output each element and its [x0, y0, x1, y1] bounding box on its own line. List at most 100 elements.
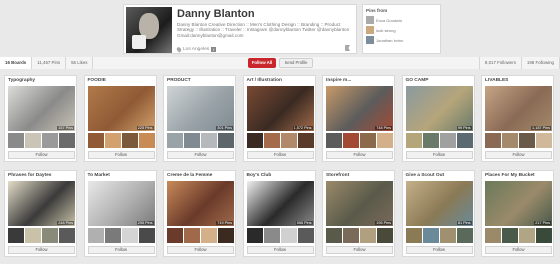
follow-board-button[interactable]: Follow — [485, 246, 552, 254]
board-card[interactable]: Phrases for Daytes 248 Pins Follow — [4, 170, 77, 257]
board-cover-image[interactable]: 556 Pins — [246, 181, 314, 226]
board-title[interactable]: Places For My Bucket — [485, 173, 535, 178]
follow-board-button[interactable]: Follow — [326, 246, 393, 254]
board-thumbnail[interactable] — [8, 228, 24, 243]
board-cover-image[interactable]: 248 Pins — [8, 181, 75, 226]
follow-board-button[interactable]: Follow — [405, 246, 473, 254]
board-cover-image[interactable]: 205 Pins — [87, 181, 155, 226]
tab-boards[interactable]: 16 Boards — [0, 57, 33, 69]
board-thumbnail[interactable] — [138, 228, 155, 243]
board-thumbnail[interactable] — [218, 133, 234, 148]
board-thumbnail[interactable] — [377, 228, 393, 243]
board-cover-image[interactable]: 748 Pins — [326, 86, 393, 131]
board-thumbnail[interactable] — [138, 133, 155, 148]
board-thumbnail[interactable] — [326, 228, 342, 243]
board-thumbnail[interactable] — [456, 228, 473, 243]
board-thumbnail[interactable] — [343, 228, 359, 243]
board-thumbnail[interactable] — [280, 133, 297, 148]
follow-board-button[interactable]: Follow — [485, 151, 552, 159]
board-thumbnail[interactable] — [297, 133, 314, 148]
board-thumbnail[interactable] — [167, 228, 183, 243]
board-thumbnail[interactable] — [326, 133, 342, 148]
board-card[interactable]: Creme de la Femme 719 Pins Follow — [163, 170, 236, 257]
board-thumbnail[interactable] — [297, 228, 314, 243]
pins-from-item[interactable]: Jonathan Irvinn — [366, 35, 437, 45]
board-card[interactable]: Places For My Bucket 217 Pins Follow — [481, 170, 554, 257]
board-cover-image[interactable]: 217 Pins — [485, 181, 552, 226]
board-cover-image[interactable]: 99 Pins — [405, 86, 473, 131]
board-title[interactable]: GO CAMP — [406, 78, 429, 83]
follow-board-button[interactable]: Follow — [326, 151, 393, 159]
board-thumbnail[interactable] — [25, 133, 41, 148]
board-thumbnail[interactable] — [502, 133, 518, 148]
follow-board-button[interactable]: Follow — [87, 246, 155, 254]
board-thumbnail[interactable] — [405, 133, 422, 148]
board-card[interactable]: To Market 205 Pins Follow — [83, 170, 157, 257]
board-thumbnail[interactable] — [121, 228, 138, 243]
tab-following[interactable]: 198 Following — [521, 57, 560, 69]
board-cover-image[interactable]: 157 Pins — [8, 86, 75, 131]
follow-board-button[interactable]: Follow — [87, 151, 155, 159]
board-thumbnail[interactable] — [42, 228, 58, 243]
tab-likes[interactable]: 55 Likes — [66, 57, 94, 69]
board-thumbnail[interactable] — [377, 133, 393, 148]
board-thumbnail[interactable] — [167, 133, 183, 148]
follow-board-button[interactable]: Follow — [8, 151, 75, 159]
follow-board-button[interactable]: Follow — [167, 151, 234, 159]
board-title[interactable]: Give a Scout Out — [406, 173, 445, 178]
tab-followers[interactable]: 8,017 Followers — [478, 57, 522, 69]
board-thumbnail[interactable] — [246, 228, 263, 243]
board-thumbnail[interactable] — [87, 133, 104, 148]
board-thumbnail[interactable] — [502, 228, 518, 243]
board-card[interactable]: FOODIE 225 Pins Follow — [83, 75, 157, 162]
board-title[interactable]: Typography — [8, 78, 35, 83]
board-thumbnail[interactable] — [104, 133, 121, 148]
board-thumbnail[interactable] — [360, 133, 376, 148]
board-thumbnail[interactable] — [263, 133, 280, 148]
board-thumbnail[interactable] — [280, 228, 297, 243]
board-cover-image[interactable]: 225 Pins — [87, 86, 155, 131]
board-thumbnail[interactable] — [519, 228, 535, 243]
board-thumbnail[interactable] — [485, 228, 501, 243]
board-thumbnail[interactable] — [25, 228, 41, 243]
board-cover-image[interactable]: 81 Pins — [405, 181, 473, 226]
follow-board-button[interactable]: Follow — [405, 151, 473, 159]
follow-board-button[interactable]: Follow — [167, 246, 234, 254]
board-thumbnail[interactable] — [263, 228, 280, 243]
follow-board-button[interactable]: Follow — [246, 151, 314, 159]
board-cover-image[interactable]: 1,572 Pins — [246, 86, 314, 131]
board-thumbnail[interactable] — [422, 228, 439, 243]
board-thumbnail[interactable] — [104, 228, 121, 243]
board-thumbnail[interactable] — [87, 228, 104, 243]
pins-from-item[interactable]: Enza Goodwin — [366, 15, 437, 25]
facebook-icon[interactable]: f — [211, 47, 217, 52]
board-thumbnail[interactable] — [121, 133, 138, 148]
board-thumbnail[interactable] — [59, 133, 75, 148]
board-thumbnail[interactable] — [439, 228, 456, 243]
board-title[interactable]: Art / Illustration — [247, 78, 282, 83]
follow-all-button[interactable]: Follow All — [248, 58, 276, 68]
board-thumbnail[interactable] — [246, 133, 263, 148]
board-thumbnail[interactable] — [184, 133, 200, 148]
flag-icon[interactable] — [345, 45, 350, 51]
follow-board-button[interactable]: Follow — [8, 246, 75, 254]
board-card[interactable]: GO CAMP 99 Pins Follow — [401, 75, 475, 162]
board-thumbnail[interactable] — [360, 228, 376, 243]
board-thumbnail[interactable] — [536, 228, 552, 243]
board-thumbnail[interactable] — [456, 133, 473, 148]
board-thumbnail[interactable] — [59, 228, 75, 243]
board-card[interactable]: Inspire m... 748 Pins Follow — [322, 75, 395, 162]
board-thumbnail[interactable] — [42, 133, 58, 148]
board-title[interactable]: To Market — [88, 173, 110, 178]
board-thumbnail[interactable] — [485, 133, 501, 148]
avatar[interactable] — [126, 7, 172, 53]
board-title[interactable]: Inspire m... — [326, 78, 351, 83]
board-thumbnail[interactable] — [519, 133, 535, 148]
board-card[interactable]: Storefront 195 Pins Follow — [322, 170, 395, 257]
board-cover-image[interactable]: 1,187 Pins — [485, 86, 552, 131]
board-cover-image[interactable]: 719 Pins — [167, 181, 234, 226]
board-cover-image[interactable]: 301 Pins — [167, 86, 234, 131]
board-thumbnail[interactable] — [201, 228, 217, 243]
board-cover-image[interactable]: 195 Pins — [326, 181, 393, 226]
board-card[interactable]: Art / Illustration 1,572 Pins Follow — [242, 75, 316, 162]
